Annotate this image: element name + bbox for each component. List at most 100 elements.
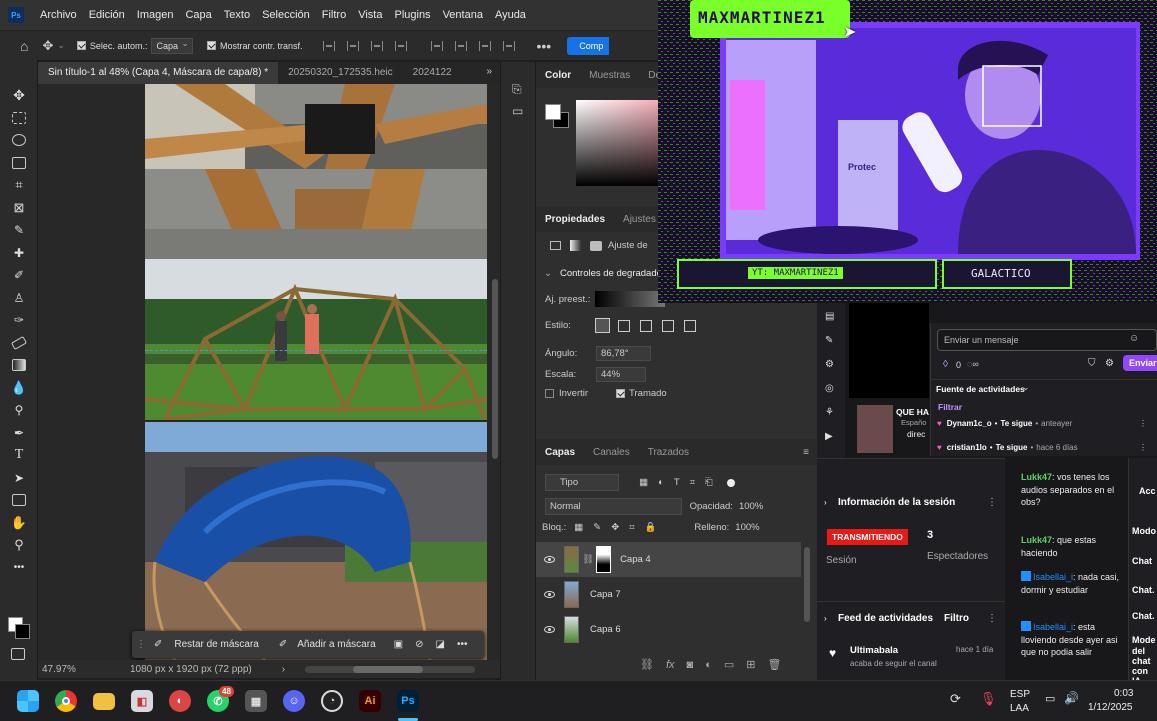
history-icon[interactable]: ⎘ bbox=[512, 82, 522, 97]
follow-row-2[interactable]: ♥ cristian1lo • Te sigue • hace 6 días ⋮ bbox=[937, 443, 1147, 452]
move-tool-icon[interactable]: ✥ bbox=[42, 38, 53, 54]
tab-paths[interactable]: Trazados bbox=[639, 447, 698, 458]
mask-icon[interactable] bbox=[590, 240, 602, 251]
dither-checkbox[interactable] bbox=[616, 389, 626, 398]
brush-tool[interactable]: ✐ bbox=[0, 264, 38, 287]
adjustment-icon-2[interactable] bbox=[570, 240, 581, 251]
history-brush-tool[interactable]: ✑ bbox=[0, 309, 38, 332]
style-linear-button[interactable] bbox=[595, 318, 610, 333]
send-button[interactable]: Enviar bbox=[1123, 355, 1157, 371]
show-transform-checkbox[interactable] bbox=[206, 41, 216, 50]
opacity-input[interactable]: 100% bbox=[739, 501, 763, 512]
points-icon[interactable]: ◊ bbox=[943, 359, 948, 370]
lock-all-icon[interactable]: 🔒 bbox=[645, 522, 657, 533]
chat-settings-icon[interactable]: ⚙ bbox=[1105, 358, 1114, 369]
object-select-tool[interactable] bbox=[0, 152, 38, 175]
chat-username[interactable]: Isabellai_i bbox=[1033, 572, 1073, 582]
menu-plugins[interactable]: Plugins bbox=[388, 9, 436, 21]
session-chevron-icon[interactable]: › bbox=[824, 498, 827, 507]
activity-user[interactable]: Ultimabala bbox=[850, 645, 898, 656]
activity-filter-button[interactable]: Filtro bbox=[944, 613, 969, 624]
chat-option-1[interactable]: Chat bbox=[1132, 556, 1152, 566]
canvas-scrollbar[interactable] bbox=[490, 84, 500, 658]
menu-archivo[interactable]: Archivo bbox=[34, 9, 83, 21]
eraser-tool[interactable] bbox=[0, 332, 38, 355]
marquee-tool[interactable] bbox=[0, 107, 38, 130]
menu-ventana[interactable]: Ventana bbox=[437, 9, 489, 21]
language-code[interactable]: ESP bbox=[1010, 689, 1030, 700]
align-center-icon[interactable] bbox=[346, 40, 359, 51]
volume-icon[interactable]: 🔊 bbox=[1064, 691, 1079, 705]
adjustment-icon-1[interactable] bbox=[550, 241, 561, 250]
photoshop-taskbar-icon[interactable]: Ps bbox=[397, 690, 419, 712]
distribute-vertical-icon[interactable] bbox=[502, 40, 515, 51]
row-menu-icon[interactable]: ⋮ bbox=[1139, 419, 1147, 428]
invert-checkbox[interactable] bbox=[545, 389, 554, 398]
menu-edicion[interactable]: Edición bbox=[83, 9, 131, 21]
adjustment-layer-icon[interactable]: ◐ bbox=[705, 659, 712, 671]
canvas-area[interactable] bbox=[38, 84, 500, 660]
more-icon[interactable]: ••• bbox=[457, 639, 468, 650]
obs-icon[interactable]: ◔ bbox=[321, 690, 343, 712]
illustrator-icon[interactable]: Ai bbox=[359, 690, 381, 712]
dashboard-icon-4[interactable]: ◎ bbox=[825, 383, 834, 394]
chat-option-3[interactable]: Chat. bbox=[1132, 611, 1155, 621]
align-right-icon[interactable] bbox=[370, 40, 383, 51]
add-mask-icon[interactable]: ◙ bbox=[687, 659, 694, 671]
add-to-mask-button[interactable]: Añadir a máscara bbox=[297, 639, 375, 650]
emote-icon[interactable]: ☺ bbox=[1129, 333, 1139, 344]
align-middle-icon[interactable] bbox=[454, 40, 467, 51]
clock-date[interactable]: 1/12/2025 bbox=[1088, 702, 1133, 713]
move-tool[interactable]: ✥ bbox=[0, 84, 38, 107]
filter-adjust-icon[interactable]: ◐ bbox=[658, 477, 664, 488]
scale-input[interactable]: 44% bbox=[596, 367, 646, 382]
menu-capa[interactable]: Capa bbox=[179, 9, 217, 21]
chat-option-2[interactable]: Chat. bbox=[1132, 585, 1155, 595]
tabs-overflow-icon[interactable]: » bbox=[478, 62, 500, 84]
feed-chevron-icon[interactable]: ⌄ bbox=[1022, 382, 1030, 393]
mask-option-icon-1[interactable]: ▣ bbox=[394, 639, 403, 650]
style-radial-button[interactable] bbox=[618, 319, 630, 332]
lock-artboard-icon[interactable]: ⌗ bbox=[629, 522, 634, 533]
chat-input[interactable]: Enviar un mensaje bbox=[937, 329, 1157, 351]
session-menu-icon[interactable]: ⋮ bbox=[987, 497, 997, 508]
share-button[interactable]: Comp bbox=[567, 36, 610, 55]
delete-layer-icon[interactable]: 🗑 bbox=[767, 658, 781, 671]
style-reflected-button[interactable] bbox=[662, 319, 674, 332]
style-angle-button[interactable] bbox=[640, 319, 652, 332]
dashboard-icon-6[interactable]: ▶ bbox=[825, 431, 833, 442]
activity-chevron-icon[interactable]: › bbox=[824, 614, 827, 623]
filter-toggle[interactable] bbox=[726, 478, 735, 487]
app-icon-2[interactable]: ◐ bbox=[169, 690, 191, 712]
menu-vista[interactable]: Vista bbox=[352, 9, 388, 21]
filter-link[interactable]: Filtrar bbox=[938, 402, 962, 412]
quick-mask-icon[interactable] bbox=[11, 648, 25, 660]
timer-icon[interactable]: ◌∞ bbox=[967, 359, 979, 369]
follow-row-1[interactable]: ♥ Dynam1c_o • Te sigue • anteayer ⋮ bbox=[937, 419, 1147, 428]
tab-color[interactable]: Color bbox=[536, 70, 580, 81]
angle-input[interactable]: 86,78° bbox=[596, 346, 651, 361]
calculator-icon[interactable]: ▦ bbox=[245, 690, 267, 712]
tab-channels[interactable]: Canales bbox=[584, 447, 639, 458]
drag-handle-icon[interactable]: ⋮ bbox=[136, 639, 146, 650]
type-tool[interactable]: T bbox=[0, 444, 38, 467]
filter-smart-icon[interactable]: ⎗ bbox=[705, 477, 713, 488]
auto-select-checkbox[interactable] bbox=[76, 41, 86, 50]
tab-document-2[interactable]: 20250320_172535.heic bbox=[278, 62, 403, 84]
activity-feed-title[interactable]: Fuente de actividades bbox=[936, 384, 1025, 394]
auto-select-dropdown[interactable]: Capa bbox=[151, 37, 193, 54]
zoom-tool[interactable]: ⚲ bbox=[0, 534, 38, 557]
shield-icon[interactable]: ⛉ bbox=[1088, 358, 1096, 369]
menu-imagen[interactable]: Imagen bbox=[131, 9, 180, 21]
distribute-icon[interactable] bbox=[394, 40, 407, 51]
align-bottom-icon[interactable] bbox=[478, 40, 491, 51]
chat-username[interactable]: Lukk47 bbox=[1021, 472, 1052, 482]
more-tools[interactable]: ••• bbox=[0, 557, 38, 580]
visibility-eye-icon[interactable] bbox=[544, 556, 555, 563]
frame-tool[interactable]: ⊠ bbox=[0, 197, 38, 220]
color-picker-field[interactable] bbox=[576, 100, 666, 186]
app-icon-1[interactable]: ◧ bbox=[131, 690, 153, 712]
visibility-eye-icon[interactable] bbox=[544, 626, 555, 633]
panel-menu-icon[interactable]: ≡ bbox=[794, 447, 818, 458]
preview-player[interactable] bbox=[849, 303, 929, 398]
